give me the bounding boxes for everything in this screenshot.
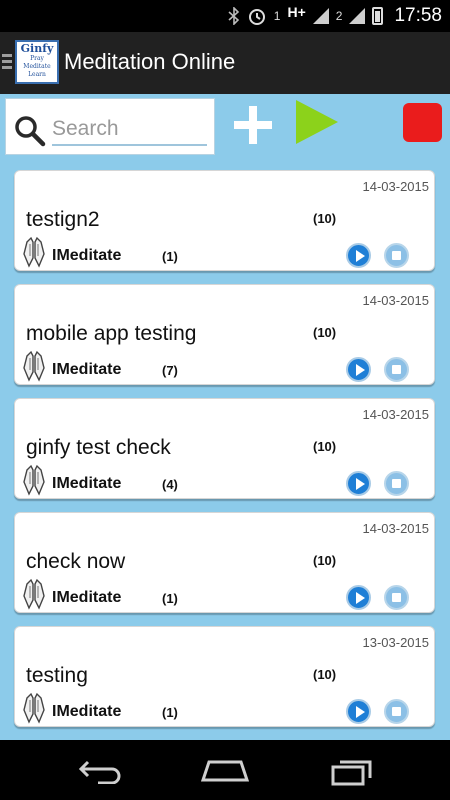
session-author: IMeditate bbox=[52, 589, 122, 606]
praying-hands-icon bbox=[21, 350, 47, 382]
app-logo[interactable]: Ginfy Pray Meditate Learn bbox=[15, 40, 59, 84]
battery-icon bbox=[372, 7, 384, 25]
session-card[interactable]: 13-03-2015 testing (10) IMeditate (1) bbox=[14, 626, 435, 727]
session-count: (10) bbox=[313, 667, 337, 682]
sim2-label: 2 bbox=[335, 9, 343, 23]
praying-hands-icon bbox=[21, 578, 47, 610]
session-count: (10) bbox=[313, 553, 337, 568]
network-type: H+ bbox=[287, 4, 306, 20]
praying-hands-icon bbox=[21, 464, 47, 496]
session-date: 14-03-2015 bbox=[362, 407, 430, 422]
app-title: Meditation Online bbox=[64, 49, 236, 74]
back-icon[interactable] bbox=[78, 758, 122, 784]
session-card[interactable]: 14-03-2015 ginfy test check (10) IMeditate (… bbox=[14, 398, 435, 499]
stop-session-button[interactable] bbox=[384, 585, 409, 610]
session-date: 14-03-2015 bbox=[362, 293, 430, 308]
status-bar: 1 H+ 2 17:58 bbox=[0, 0, 450, 32]
stop-session-button[interactable] bbox=[384, 471, 409, 496]
praying-hands-icon bbox=[21, 236, 47, 268]
menu-icon[interactable] bbox=[2, 54, 12, 72]
session-date: 14-03-2015 bbox=[362, 179, 430, 194]
home-icon[interactable] bbox=[201, 758, 249, 784]
session-title: mobile app testing bbox=[26, 322, 197, 345]
session-title: check now bbox=[26, 550, 126, 573]
meditators-count: (4) bbox=[162, 477, 178, 492]
play-session-button[interactable] bbox=[346, 699, 371, 724]
session-author: IMeditate bbox=[52, 247, 122, 264]
play-session-button[interactable] bbox=[346, 243, 371, 268]
session-title: ginfy test check bbox=[26, 436, 171, 459]
clock: 17:58 bbox=[394, 5, 442, 26]
meditators-count: (1) bbox=[162, 249, 178, 264]
stop-session-button[interactable] bbox=[384, 699, 409, 724]
search-underline bbox=[52, 144, 207, 146]
recent-apps-icon[interactable] bbox=[330, 758, 374, 786]
navigation-bar bbox=[0, 740, 450, 800]
sim1-label: 1 bbox=[273, 9, 281, 23]
search-input[interactable] bbox=[52, 114, 202, 144]
play-session-button[interactable] bbox=[346, 471, 371, 496]
session-count: (10) bbox=[313, 439, 337, 454]
search-box[interactable] bbox=[5, 98, 215, 155]
meditators-count: (1) bbox=[162, 591, 178, 606]
session-count: (10) bbox=[313, 325, 337, 340]
session-title: testing bbox=[26, 664, 88, 687]
stop-all-button[interactable] bbox=[403, 103, 442, 142]
play-session-button[interactable] bbox=[346, 357, 371, 382]
signal-strength-icon bbox=[312, 8, 329, 24]
action-bar: Ginfy Pray Meditate Learn Meditation Onl… bbox=[0, 32, 450, 94]
add-session-button[interactable] bbox=[234, 106, 272, 144]
signal-strength-icon-2 bbox=[349, 8, 366, 24]
search-icon bbox=[15, 116, 46, 147]
meditators-count: (7) bbox=[162, 363, 178, 378]
session-card[interactable]: 14-03-2015 check now (10) IMeditate (1) bbox=[14, 512, 435, 613]
session-date: 14-03-2015 bbox=[362, 521, 430, 536]
status-icons: 1 H+ 2 17:58 bbox=[228, 0, 442, 32]
session-author: IMeditate bbox=[52, 361, 122, 378]
session-title: testign2 bbox=[26, 208, 100, 231]
session-card[interactable]: 14-03-2015 mobile app testing (10) IMeditat… bbox=[14, 284, 435, 385]
play-session-button[interactable] bbox=[346, 585, 371, 610]
session-card[interactable]: 14-03-2015 testign2 (10) IMeditate (1) bbox=[14, 170, 435, 271]
session-count: (10) bbox=[313, 211, 337, 226]
bluetooth-icon bbox=[228, 7, 239, 25]
praying-hands-icon bbox=[21, 692, 47, 724]
meditators-count: (1) bbox=[162, 705, 178, 720]
alarm-icon bbox=[248, 9, 265, 25]
session-date: 13-03-2015 bbox=[362, 635, 430, 650]
stop-session-button[interactable] bbox=[384, 357, 409, 382]
session-author: IMeditate bbox=[52, 703, 122, 720]
stop-session-button[interactable] bbox=[384, 243, 409, 268]
session-author: IMeditate bbox=[52, 475, 122, 492]
play-all-button[interactable] bbox=[296, 100, 338, 144]
